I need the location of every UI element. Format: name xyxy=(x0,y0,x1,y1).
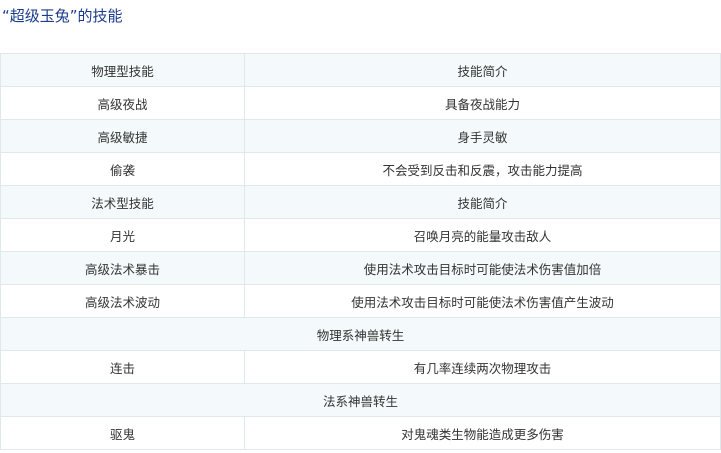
table-row: 驱鬼 对鬼魂类生物能造成更多伤害 xyxy=(0,416,721,450)
section-header-cell: 法系神兽转生 xyxy=(0,383,721,417)
skill-name-cell: 物理型技能 xyxy=(0,53,245,87)
skill-desc-cell: 具备夜战能力 xyxy=(244,86,721,120)
table-row: 高级法术暴击 使用法术攻击目标时可能使法术伤害值加倍 xyxy=(0,251,721,285)
table-row: 物理系神兽转生 xyxy=(0,317,721,351)
skill-name-cell: 连击 xyxy=(0,350,245,384)
table-row: 偷袭 不会受到反击和反震，攻击能力提高 xyxy=(0,152,721,186)
table-row: 法系神兽转生 xyxy=(0,383,721,417)
skill-desc-cell: 技能简介 xyxy=(244,185,721,219)
skill-desc-cell: 使用法术攻击目标时可能使法术伤害值加倍 xyxy=(244,251,721,285)
section-header-cell: 物理系神兽转生 xyxy=(0,317,721,351)
table-row: 月光 召唤月亮的能量攻击敌人 xyxy=(0,218,721,252)
table-row: 高级法术波动 使用法术攻击目标时可能使法术伤害值产生波动 xyxy=(0,284,721,318)
skill-name-cell: 偷袭 xyxy=(0,152,245,186)
skill-desc-cell: 技能简介 xyxy=(244,53,721,87)
skills-table: 物理型技能 技能简介 高级夜战 具备夜战能力 高级敏捷 身手灵敏 偷袭 不会受到… xyxy=(0,53,721,450)
table-row: 高级敏捷 身手灵敏 xyxy=(0,119,721,153)
page: “超级玉兔”的技能 物理型技能 技能简介 高级夜战 具备夜战能力 高级敏捷 身手… xyxy=(0,0,721,453)
skill-name-cell: 驱鬼 xyxy=(0,416,245,450)
section-title: “超级玉兔”的技能 xyxy=(2,7,123,25)
skill-desc-cell: 对鬼魂类生物能造成更多伤害 xyxy=(244,416,721,450)
table-row: 连击 有几率连续两次物理攻击 xyxy=(0,350,721,384)
skill-desc-cell: 召唤月亮的能量攻击敌人 xyxy=(244,218,721,252)
skill-desc-cell: 不会受到反击和反震，攻击能力提高 xyxy=(244,152,721,186)
skill-name-cell: 高级夜战 xyxy=(0,86,245,120)
skill-desc-cell: 使用法术攻击目标时可能使法术伤害值产生波动 xyxy=(244,284,721,318)
table-row: 物理型技能 技能简介 xyxy=(0,53,721,87)
table-row: 法术型技能 技能简介 xyxy=(0,185,721,219)
table-row: 高级夜战 具备夜战能力 xyxy=(0,86,721,120)
skill-name-cell: 法术型技能 xyxy=(0,185,245,219)
skill-desc-cell: 身手灵敏 xyxy=(244,119,721,153)
skill-name-cell: 月光 xyxy=(0,218,245,252)
skill-name-cell: 高级法术波动 xyxy=(0,284,245,318)
skill-name-cell: 高级敏捷 xyxy=(0,119,245,153)
skill-desc-cell: 有几率连续两次物理攻击 xyxy=(244,350,721,384)
skill-name-cell: 高级法术暴击 xyxy=(0,251,245,285)
